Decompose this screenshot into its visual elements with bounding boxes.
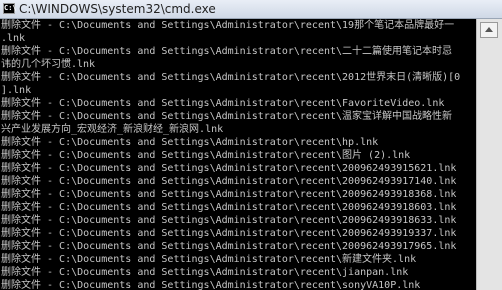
console-line: 删除文件 - C:\Documents and Settings\Adminis… (1, 189, 457, 200)
console-line: 删除文件 - C:\Documents and Settings\Adminis… (1, 137, 379, 148)
console-line: 删除文件 - C:\Documents and Settings\Adminis… (1, 254, 417, 265)
console-line: 删除文件 - C:\Documents and Settings\Adminis… (1, 241, 457, 252)
console-line: 删除文件 - C:\Documents and Settings\Adminis… (1, 46, 453, 57)
console-line: 删除文件 - C:\Documents and Settings\Adminis… (1, 111, 453, 122)
console-line: 删除文件 - C:\Documents and Settings\Adminis… (1, 150, 411, 161)
window-title: C:\WINDOWS\system32\cmd.exe (19, 2, 216, 16)
console-line: 删除文件 - C:\Documents and Settings\Adminis… (1, 215, 457, 226)
cmd-icon[interactable]: C:\ (3, 3, 17, 14)
console-line: 删除文件 - C:\Documents and Settings\Adminis… (1, 202, 457, 213)
console-line: .lnk (1, 33, 26, 44)
console-line: 兴产业发展方向_宏观经济_新浪财经_新浪网.lnk (1, 124, 224, 135)
console-line: 删除文件 - C:\Documents and Settings\Adminis… (1, 176, 457, 187)
console-line: 删除文件 - C:\Documents and Settings\Adminis… (1, 228, 457, 239)
cmd-window: C:\ C:\WINDOWS\system32\cmd.exe 删除文件 - C… (0, 0, 502, 290)
console-line: 删除文件 - C:\Documents and Settings\Adminis… (1, 20, 455, 31)
console-line: 讳的几个坏习惯.lnk (1, 59, 96, 70)
console-output[interactable]: 删除文件 - C:\Documents and Settings\Adminis… (0, 19, 476, 290)
title-bar[interactable]: C:\ C:\WINDOWS\system32\cmd.exe (0, 0, 502, 19)
console-line: ].lnk (1, 85, 32, 96)
console-line: 删除文件 - C:\Documents and Settings\Adminis… (1, 280, 421, 290)
console-line: 删除文件 - C:\Documents and Settings\Adminis… (1, 267, 409, 278)
console-line: 删除文件 - C:\Documents and Settings\Adminis… (1, 163, 457, 174)
vertical-scrollbar[interactable] (476, 19, 502, 290)
console-line: 删除文件 - C:\Documents and Settings\Adminis… (1, 98, 445, 109)
console-line: 删除文件 - C:\Documents and Settings\Adminis… (1, 72, 461, 83)
scroll-up-arrow-icon[interactable] (480, 22, 498, 38)
